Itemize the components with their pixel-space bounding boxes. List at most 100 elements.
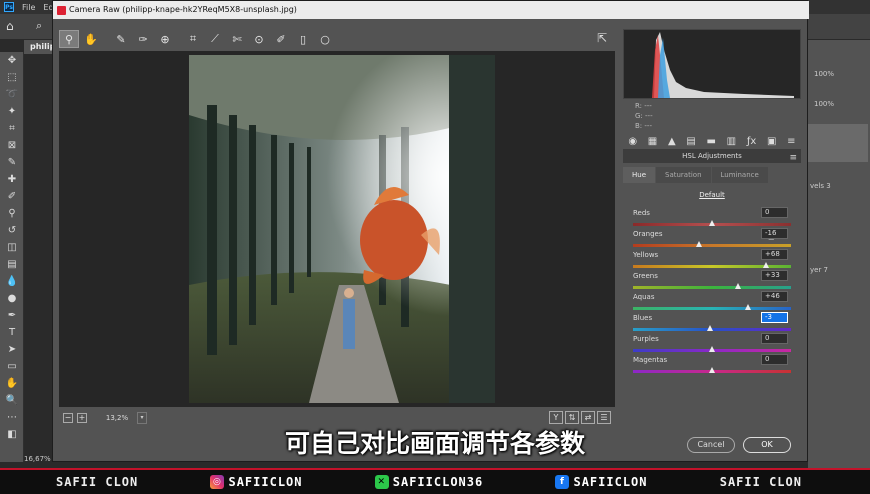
slider-value-field[interactable]: +46: [761, 291, 788, 302]
layer-zoom-b[interactable]: 100%: [814, 100, 864, 110]
slider-thumb[interactable]: [745, 304, 752, 310]
slider-thumb[interactable]: [709, 220, 715, 226]
slider-track[interactable]: [633, 286, 791, 289]
open-preferences-icon[interactable]: ⇱: [597, 31, 613, 47]
swap-settings-icon[interactable]: ⇅: [565, 411, 579, 424]
before-after-toggle-icon[interactable]: Y: [549, 411, 563, 424]
r-value: ---: [644, 102, 652, 110]
lens-corrections-icon[interactable]: ▥: [727, 136, 736, 147]
graduated-filter-icon[interactable]: ▯: [293, 30, 313, 48]
slider-oranges: Oranges -16: [633, 228, 793, 250]
crop-tool-icon[interactable]: ⌗: [0, 120, 24, 137]
zoom-out-button[interactable]: −: [63, 413, 73, 423]
brand-right: SAFII CLON: [719, 475, 802, 489]
camera-calibration-icon[interactable]: ▣: [767, 136, 776, 147]
instagram-handle: SAFIICLON: [228, 475, 303, 489]
tab-luminance[interactable]: Luminance: [711, 167, 768, 183]
radial-filter-icon[interactable]: ○: [315, 30, 335, 48]
crop-tool-icon[interactable]: ⌗: [183, 30, 203, 48]
image-preview[interactable]: [59, 51, 615, 407]
slider-value-field[interactable]: -3: [761, 312, 788, 323]
marquee-tool-icon[interactable]: ⬚: [0, 69, 24, 86]
social-x: ✕ SAFIICLON36: [374, 475, 483, 489]
layer-label-layer7[interactable]: yer 7: [810, 266, 866, 276]
dodge-tool-icon[interactable]: ●: [0, 290, 24, 307]
type-tool-icon[interactable]: T: [0, 324, 24, 341]
tab-hue[interactable]: Hue: [623, 167, 656, 183]
camera-raw-icon: [57, 5, 66, 15]
basic-panel-icon[interactable]: ◉: [628, 136, 637, 147]
slider-value-field[interactable]: +68: [761, 249, 788, 260]
g-value: ---: [645, 112, 653, 120]
brush-tool-icon[interactable]: ✐: [0, 188, 24, 205]
facebook-icon: f: [555, 475, 570, 489]
dialog-titlebar: Camera Raw (philipp-knape-hk2YReqM5X8-un…: [53, 1, 809, 19]
red-eye-icon[interactable]: ⊙: [249, 30, 269, 48]
eraser-tool-icon[interactable]: ◫: [0, 239, 24, 256]
split-toning-icon[interactable]: ▬: [707, 136, 716, 147]
slider-thumb[interactable]: [706, 325, 713, 331]
slider-value-field[interactable]: 0: [761, 333, 788, 344]
gradient-tool-icon[interactable]: ▤: [0, 256, 24, 273]
slider-track[interactable]: [633, 307, 791, 310]
hsl-panel-icon[interactable]: ▤: [686, 136, 695, 147]
zoom-level[interactable]: 13,2%: [101, 412, 133, 424]
spot-removal-icon[interactable]: ✄: [227, 30, 247, 48]
b-label: B:: [635, 122, 643, 130]
layer-thumb-selected[interactable]: [808, 124, 868, 162]
tab-saturation[interactable]: Saturation: [656, 167, 711, 183]
straighten-tool-icon[interactable]: ⟋: [205, 30, 225, 48]
eyedropper-tool-icon[interactable]: ✎: [0, 154, 24, 171]
preview-photo: [189, 55, 495, 403]
copy-settings-icon[interactable]: ⇄: [581, 411, 595, 424]
search-icon[interactable]: ⌕: [36, 19, 42, 33]
history-brush-icon[interactable]: ↺: [0, 222, 24, 239]
layer-label-levels[interactable]: vels 3: [810, 182, 866, 192]
zoom-in-button[interactable]: +: [77, 413, 87, 423]
slider-label: Greens: [633, 272, 658, 280]
zoom-dropdown-icon[interactable]: ▾: [137, 412, 147, 424]
tone-curve-icon[interactable]: ▦: [648, 136, 657, 147]
effects-icon[interactable]: ƒx: [747, 136, 756, 147]
hand-tool-icon[interactable]: ✋: [81, 30, 101, 48]
lasso-tool-icon[interactable]: ➰: [0, 86, 24, 103]
slider-thumb[interactable]: [696, 241, 703, 247]
slider-value-field[interactable]: 0: [761, 354, 788, 365]
layer-zoom-a[interactable]: 100%: [814, 70, 864, 80]
document-tab[interactable]: philip: [24, 40, 55, 54]
slider-thumb[interactable]: [735, 283, 742, 289]
stamp-tool-icon[interactable]: ⚲: [0, 205, 24, 222]
slider-value-field[interactable]: +33: [761, 270, 788, 281]
menu-file[interactable]: File: [22, 3, 35, 12]
move-tool-icon[interactable]: ✥: [0, 52, 24, 69]
dialog-title: Camera Raw (philipp-knape-hk2YReqM5X8-un…: [69, 5, 297, 14]
slider-value-field[interactable]: -16: [761, 228, 788, 239]
white-balance-icon[interactable]: ✎: [111, 30, 131, 48]
slider-thumb[interactable]: [709, 346, 715, 352]
healing-brush-icon[interactable]: ✚: [0, 171, 24, 188]
slider-value-field[interactable]: 0: [761, 207, 788, 218]
slider-thumb[interactable]: [762, 262, 769, 268]
presets-icon[interactable]: ≡: [787, 136, 795, 147]
default-link[interactable]: Default: [623, 191, 801, 199]
panel-menu-icon[interactable]: ≡: [789, 151, 797, 165]
panel-header: HSL Adjustments ≡: [623, 149, 801, 163]
frame-tool-icon[interactable]: ⊠: [0, 137, 24, 154]
hand-tool-icon[interactable]: ✋: [0, 375, 24, 392]
magic-wand-icon[interactable]: ✦: [0, 103, 24, 120]
pen-tool-icon[interactable]: ✒: [0, 307, 24, 324]
path-select-icon[interactable]: ➤: [0, 341, 24, 358]
home-icon[interactable]: ⌂: [6, 19, 14, 33]
zoom-tool-icon[interactable]: 🔍: [0, 392, 24, 409]
slider-track[interactable]: [633, 244, 791, 247]
targeted-adjust-icon[interactable]: ⊕: [155, 30, 175, 48]
adjustment-brush-icon[interactable]: ✐: [271, 30, 291, 48]
color-sampler-icon[interactable]: ✑: [133, 30, 153, 48]
view-settings-icon[interactable]: ☰: [597, 411, 611, 424]
rectangle-tool-icon[interactable]: ▭: [0, 358, 24, 375]
zoom-tool-icon[interactable]: ⚲: [59, 30, 79, 48]
view-buttons: Y ⇅ ⇄ ☰: [549, 411, 611, 424]
blur-tool-icon[interactable]: 💧: [0, 273, 24, 290]
detail-panel-icon[interactable]: ▲: [668, 136, 676, 147]
slider-thumb[interactable]: [709, 367, 715, 373]
